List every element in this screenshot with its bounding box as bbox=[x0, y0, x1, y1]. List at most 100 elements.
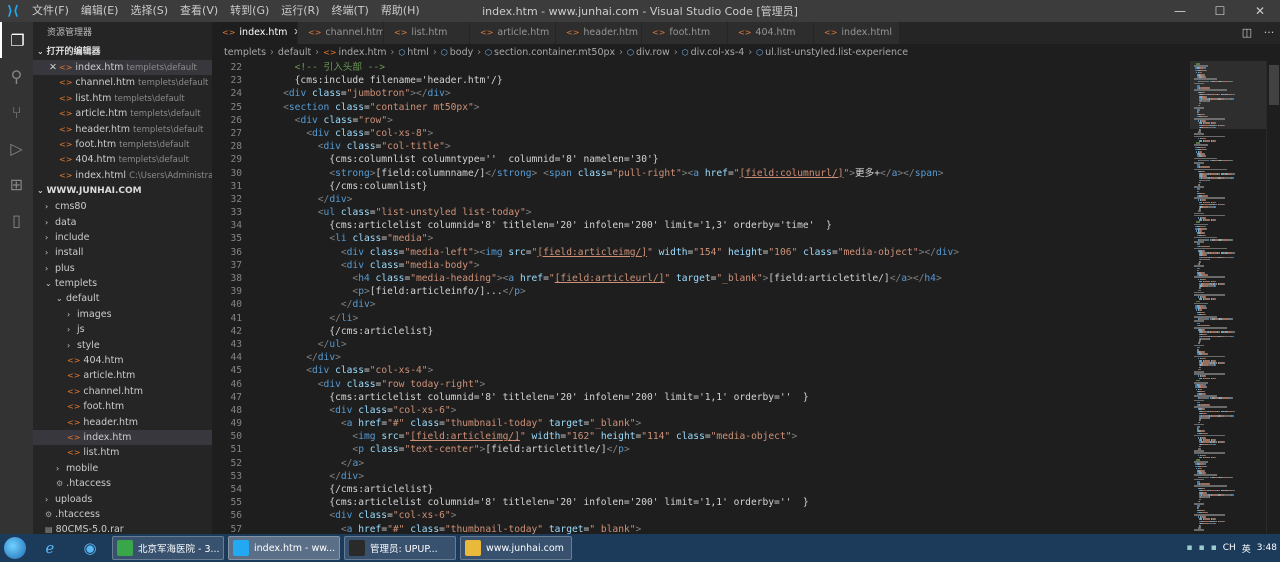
taskbar-task[interactable]: index.htm - ww... bbox=[228, 536, 340, 560]
tree-item[interactable]: <> foot.htm bbox=[33, 399, 212, 414]
open-editor-item[interactable]: ✕ <> index.htm templets\default bbox=[33, 60, 212, 76]
tab-label: list.htm bbox=[411, 27, 448, 38]
breadcrumb-item[interactable]: ul.list-unstyled.list-experience bbox=[765, 47, 908, 58]
menu-item[interactable]: 查看(V) bbox=[174, 0, 224, 22]
breadcrumb-item[interactable]: body bbox=[450, 47, 474, 58]
workspace-section[interactable]: ⌄ WWW.JUNHAI.COM bbox=[33, 183, 212, 199]
tree-item[interactable]: <> 404.htm bbox=[33, 353, 212, 368]
shield-icon[interactable]: ▪ bbox=[1211, 543, 1217, 553]
line-number: 30 bbox=[230, 167, 242, 179]
open-editor-item[interactable]: <>index.htmlC:\Users\Administrator\... bbox=[33, 168, 212, 183]
menu-item[interactable]: 文件(F) bbox=[26, 0, 75, 22]
search-icon[interactable]: ⚲ bbox=[0, 58, 33, 94]
close-editor-icon[interactable]: ✕ bbox=[47, 60, 59, 75]
tree-item[interactable]: › install bbox=[33, 245, 212, 260]
close-icon[interactable]: ✕ bbox=[1240, 0, 1280, 22]
split-editor-icon[interactable]: ◫ bbox=[1236, 22, 1258, 44]
extensions-icon[interactable]: ⊞ bbox=[0, 166, 33, 202]
menu-item[interactable]: 选择(S) bbox=[124, 0, 174, 22]
tab-list-htm[interactable]: <> list.htm bbox=[384, 22, 470, 44]
tab-index-htm[interactable]: <>index.htm✕ bbox=[212, 22, 298, 44]
explorer-icon[interactable]: ❐ bbox=[0, 22, 33, 58]
minimap[interactable] bbox=[1190, 61, 1266, 534]
open-editor-item[interactable]: <> header.htm templets\default bbox=[33, 122, 212, 137]
tree-item[interactable]: › cms80 bbox=[33, 199, 212, 214]
menu-item[interactable]: 编辑(E) bbox=[75, 0, 125, 22]
more-actions-icon[interactable]: ··· bbox=[1258, 22, 1280, 44]
breadcrumb-item[interactable]: html bbox=[407, 47, 429, 58]
tree-item[interactable]: › uploads bbox=[33, 492, 212, 507]
menu-item[interactable]: 终端(T) bbox=[326, 0, 375, 22]
tab-header-htm[interactable]: <> header.htm bbox=[556, 22, 642, 44]
edge-browser-icon[interactable]: ◉ bbox=[70, 534, 110, 562]
minimap-stroke bbox=[1208, 417, 1210, 419]
breadcrumb-item[interactable]: default bbox=[278, 47, 311, 58]
tree-item[interactable]: <> channel.htm bbox=[33, 384, 212, 399]
tab-index-html[interactable]: <> index.html bbox=[814, 22, 900, 44]
tree-item[interactable]: ⌄ default bbox=[33, 291, 212, 306]
taskbar-task[interactable]: www.junhai.com bbox=[460, 536, 572, 560]
tray-item[interactable]: 3:48 bbox=[1257, 543, 1277, 553]
tray-item[interactable]: CH bbox=[1223, 543, 1236, 553]
taskbar-task[interactable]: 管理员: UPUP... bbox=[344, 536, 456, 560]
run-debug-icon[interactable]: ▷ bbox=[0, 130, 33, 166]
tree-item[interactable]: ▤ 80CMS-5.0.rar bbox=[33, 522, 212, 534]
remote-explorer-icon[interactable]: ▯ bbox=[0, 202, 33, 238]
chevron-right-icon: › bbox=[45, 263, 49, 273]
breadcrumb-item[interactable]: templets bbox=[224, 47, 266, 58]
open-editors-section[interactable]: ⌄ 打开的编辑器 bbox=[33, 44, 212, 60]
minimap-stroke bbox=[1232, 80, 1234, 83]
tree-item[interactable]: › style bbox=[33, 338, 212, 353]
breadcrumb-item[interactable]: div.row bbox=[636, 47, 670, 58]
code-text: {cms:articlelist columnid='8' titlelen='… bbox=[260, 497, 809, 509]
file-path: C:\Users\Administrator\... bbox=[129, 170, 212, 181]
line-number: 45 bbox=[230, 365, 242, 377]
breadcrumb-item[interactable]: div.col-xs-4 bbox=[691, 47, 745, 58]
element-icon: ⬡ bbox=[398, 48, 406, 57]
open-editor-item[interactable]: <> foot.htm templets\default bbox=[33, 137, 212, 152]
tree-item[interactable]: <> article.htm bbox=[33, 368, 212, 383]
breadcrumb-item[interactable]: index.htm bbox=[338, 47, 386, 58]
tab-404-htm[interactable]: <> 404.htm bbox=[728, 22, 814, 44]
tree-item[interactable]: <> header.htm bbox=[33, 415, 212, 430]
tree-item[interactable]: <> index.htm bbox=[33, 429, 212, 446]
minimap-stroke bbox=[1215, 298, 1217, 300]
volume-icon[interactable]: ▪ bbox=[1198, 543, 1204, 553]
tree-item[interactable]: ⚙ .htaccess bbox=[33, 476, 212, 491]
tree-item[interactable]: › include bbox=[33, 230, 212, 245]
code-line: 24 <div class="jumbotron"></div> bbox=[212, 87, 1190, 100]
tree-item[interactable]: ⌄ templets bbox=[33, 276, 212, 291]
open-editor-item[interactable]: <> list.htm templets\default bbox=[33, 91, 212, 106]
menu-item[interactable]: 转到(G) bbox=[224, 0, 275, 22]
tab-foot-htm[interactable]: <> foot.htm bbox=[642, 22, 728, 44]
open-editor-item[interactable]: <> article.htm templets\default bbox=[33, 106, 212, 121]
breadcrumb-item[interactable]: section.container.mt50px bbox=[494, 47, 615, 58]
open-editor-item[interactable]: <> channel.htm templets\default bbox=[33, 75, 212, 90]
menu-item[interactable]: 运行(R) bbox=[275, 0, 325, 22]
minimize-icon[interactable]: — bbox=[1160, 0, 1200, 22]
tree-item[interactable]: › data bbox=[33, 215, 212, 230]
tab-article-htm[interactable]: <> article.htm bbox=[470, 22, 556, 44]
open-editor-item[interactable]: <> 404.htm templets\default bbox=[33, 152, 212, 167]
ie-icon[interactable]: ℯ bbox=[30, 534, 70, 562]
minimap-stroke bbox=[1232, 256, 1234, 259]
tray-item[interactable]: 英 bbox=[1242, 542, 1251, 555]
editor-scrollbar[interactable] bbox=[1266, 61, 1280, 534]
maximize-icon[interactable]: ☐ bbox=[1200, 0, 1240, 22]
code-text: <p>[field:articleinfo/]...</p> bbox=[352, 286, 526, 298]
tree-item[interactable]: › js bbox=[33, 322, 212, 337]
start-button[interactable] bbox=[0, 534, 30, 562]
tree-item[interactable]: › images bbox=[33, 307, 212, 322]
tree-item[interactable]: ⚙ .htaccess bbox=[33, 507, 212, 522]
menu-item[interactable]: 帮助(H) bbox=[375, 0, 426, 22]
code-editor[interactable]: 22 <!-- 引入头部 --> 23 {cms:include filename… bbox=[212, 61, 1190, 534]
network-icon[interactable]: ▪ bbox=[1186, 543, 1192, 553]
source-control-icon[interactable]: ⑂ bbox=[0, 94, 33, 130]
scrollbar-thumb[interactable] bbox=[1269, 65, 1279, 105]
tree-item[interactable]: › mobile bbox=[33, 461, 212, 476]
tab-channel-htm[interactable]: <> channel.htm bbox=[298, 22, 384, 44]
taskbar-task[interactable]: 北京军海医院 - 3... bbox=[112, 536, 224, 560]
tree-item[interactable]: › plus bbox=[33, 261, 212, 276]
tree-item[interactable]: <> list.htm bbox=[33, 445, 212, 460]
html-file-icon: <> bbox=[59, 109, 73, 119]
